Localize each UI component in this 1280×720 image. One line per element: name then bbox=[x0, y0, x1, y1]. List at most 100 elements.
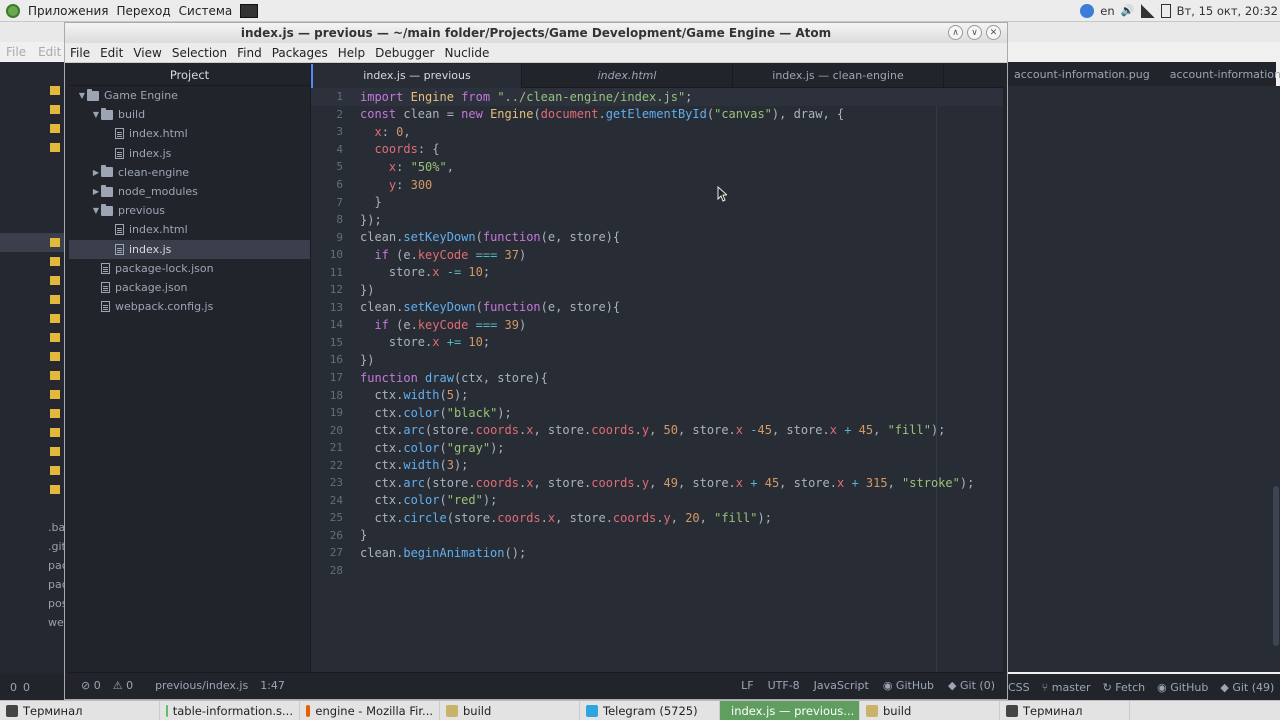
terminal-launcher-icon[interactable] bbox=[240, 3, 259, 18]
line-number[interactable]: 18 bbox=[311, 389, 343, 402]
background-tree-row[interactable]: .git bbox=[0, 537, 70, 556]
line-number[interactable]: 14 bbox=[311, 318, 343, 331]
code-line[interactable]: 13 clean.setKeyDown(function(e, store){ bbox=[311, 299, 1003, 317]
volume-icon[interactable]: 🔊 bbox=[1121, 4, 1135, 18]
background-tree-row[interactable] bbox=[0, 252, 70, 271]
menu-help[interactable]: Help bbox=[333, 46, 370, 60]
code-line[interactable]: 21 ctx.color("gray"); bbox=[311, 439, 1003, 457]
background-scrollbar[interactable] bbox=[1272, 86, 1280, 672]
taskbar-item[interactable]: index.js — previous... bbox=[720, 700, 860, 720]
code-line[interactable]: 16}) bbox=[311, 351, 1003, 369]
line-number[interactable]: 3 bbox=[311, 125, 343, 138]
background-tree-row[interactable] bbox=[0, 366, 70, 385]
menu-places[interactable]: Переход bbox=[117, 4, 171, 18]
tree-item[interactable]: ▼ build bbox=[69, 105, 310, 124]
background-warning-count[interactable]: 0 bbox=[23, 681, 30, 694]
background-tree-row[interactable] bbox=[0, 271, 70, 290]
code-line[interactable]: 10 if (e.keyCode === 37) bbox=[311, 246, 1003, 264]
background-error-count[interactable]: 0 bbox=[10, 681, 17, 694]
line-number[interactable]: 23 bbox=[311, 476, 343, 489]
taskbar-item[interactable]: engine - Mozilla Fir... bbox=[300, 700, 440, 720]
background-tree-row[interactable] bbox=[0, 385, 70, 404]
line-number[interactable]: 28 bbox=[311, 564, 343, 577]
line-number[interactable]: 15 bbox=[311, 336, 343, 349]
line-number[interactable]: 8 bbox=[311, 213, 343, 226]
background-tree-row[interactable] bbox=[0, 176, 70, 195]
background-tree-row[interactable] bbox=[0, 309, 70, 328]
close-icon[interactable]: ✕ bbox=[986, 25, 1001, 40]
network-icon[interactable] bbox=[1140, 4, 1155, 18]
background-tree-row[interactable] bbox=[0, 480, 70, 499]
line-number[interactable]: 16 bbox=[311, 353, 343, 366]
code-line[interactable]: 22 ctx.width(3); bbox=[311, 456, 1003, 474]
distro-logo-icon[interactable] bbox=[6, 3, 20, 18]
menu-debugger[interactable]: Debugger bbox=[370, 46, 439, 60]
background-tree-row[interactable] bbox=[0, 442, 70, 461]
taskbar-item[interactable]: build bbox=[860, 700, 1000, 720]
code-line[interactable]: 12}) bbox=[311, 281, 1003, 299]
background-github[interactable]: ◉ GitHub bbox=[1157, 681, 1208, 694]
code-line[interactable]: 23 ctx.arc(store.coords.x, store.coords.… bbox=[311, 474, 1003, 492]
code-line[interactable]: 6 y: 300 bbox=[311, 176, 1003, 194]
background-menu-file[interactable]: File bbox=[6, 45, 26, 59]
taskbar-item[interactable]: Терминал bbox=[0, 700, 160, 720]
background-tree-row[interactable] bbox=[0, 195, 70, 214]
line-number[interactable]: 22 bbox=[311, 459, 343, 472]
background-tree-row[interactable] bbox=[0, 119, 70, 138]
background-tree-row[interactable] bbox=[0, 632, 70, 651]
background-menu-edit[interactable]: Edit bbox=[38, 45, 61, 59]
menu-applications[interactable]: Приложения bbox=[28, 4, 109, 18]
tree-item[interactable]: index.js bbox=[69, 239, 310, 259]
file-path[interactable]: previous/index.js bbox=[155, 679, 248, 692]
keyboard-layout[interactable]: en bbox=[1100, 4, 1114, 18]
menu-nuclide[interactable]: Nuclide bbox=[440, 46, 495, 60]
code-line[interactable]: 2 const clean = new Engine(document.getEl… bbox=[311, 106, 1003, 124]
tree-item[interactable]: ▼ Game Engine bbox=[69, 86, 310, 105]
background-tree-row[interactable]: pos bbox=[0, 594, 70, 613]
line-number[interactable]: 19 bbox=[311, 406, 343, 419]
warning-status[interactable]: ⚠ 0 bbox=[113, 679, 133, 692]
clock[interactable]: Вт, 15 окт, 20:32 bbox=[1177, 4, 1278, 18]
background-tree-row[interactable]: pac bbox=[0, 556, 70, 575]
taskbar-item[interactable]: table-information.s... bbox=[160, 700, 300, 720]
code-line[interactable]: 1 import Engine from "../clean-engine/ind… bbox=[311, 88, 1003, 106]
cursor-position[interactable]: 1:47 bbox=[260, 679, 285, 692]
code-editor[interactable]: 1 import Engine from "../clean-engine/ind… bbox=[311, 88, 1003, 672]
code-line[interactable]: 26} bbox=[311, 527, 1003, 545]
menu-system[interactable]: Система bbox=[179, 4, 233, 18]
menu-selection[interactable]: Selection bbox=[167, 46, 232, 60]
line-number[interactable]: 11 bbox=[311, 266, 343, 279]
background-branch[interactable]: ⑂ master bbox=[1042, 681, 1091, 694]
editor-tab[interactable]: index.js — previous bbox=[311, 64, 522, 88]
background-tree-row[interactable] bbox=[0, 138, 70, 157]
minimize-icon[interactable]: ∧ bbox=[948, 25, 963, 40]
background-git[interactable]: ◆ Git (49) bbox=[1220, 681, 1274, 694]
background-tree-row[interactable] bbox=[0, 347, 70, 366]
editor-tab[interactable]: index.html bbox=[522, 64, 733, 88]
background-grammar[interactable]: CSS bbox=[1008, 681, 1030, 694]
tree-item[interactable]: index.html bbox=[69, 220, 310, 239]
background-tab[interactable]: account-information.pug bbox=[1004, 62, 1160, 86]
code-line[interactable]: 11 store.x -= 10; bbox=[311, 263, 1003, 281]
line-number[interactable]: 26 bbox=[311, 529, 343, 542]
line-number[interactable]: 2 bbox=[311, 108, 343, 121]
line-number[interactable]: 5 bbox=[311, 160, 343, 173]
background-tree-row[interactable]: .ba bbox=[0, 518, 70, 537]
git-tab-toggle[interactable]: ◆ Git (0) bbox=[948, 679, 995, 692]
tree-item[interactable]: index.js bbox=[69, 144, 310, 163]
update-icon[interactable] bbox=[1080, 4, 1095, 18]
menu-view[interactable]: View bbox=[128, 46, 166, 60]
background-tree-row[interactable]: pac bbox=[0, 575, 70, 594]
error-status[interactable]: ⊘ 0 bbox=[81, 679, 101, 692]
tree-item[interactable]: package-lock.json bbox=[69, 259, 310, 278]
background-tree-row[interactable] bbox=[0, 651, 70, 670]
code-line[interactable]: 9 clean.setKeyDown(function(e, store){ bbox=[311, 228, 1003, 246]
tree-header[interactable]: Project bbox=[69, 64, 310, 86]
background-tree-row[interactable] bbox=[0, 404, 70, 423]
background-tree-row[interactable] bbox=[0, 233, 70, 252]
code-line[interactable]: 8}); bbox=[311, 211, 1003, 229]
tree-item[interactable]: index.html bbox=[69, 124, 310, 143]
grammar-selector[interactable]: JavaScript bbox=[814, 679, 869, 692]
taskbar-item[interactable]: Терминал bbox=[1000, 700, 1130, 720]
line-number[interactable]: 17 bbox=[311, 371, 343, 384]
